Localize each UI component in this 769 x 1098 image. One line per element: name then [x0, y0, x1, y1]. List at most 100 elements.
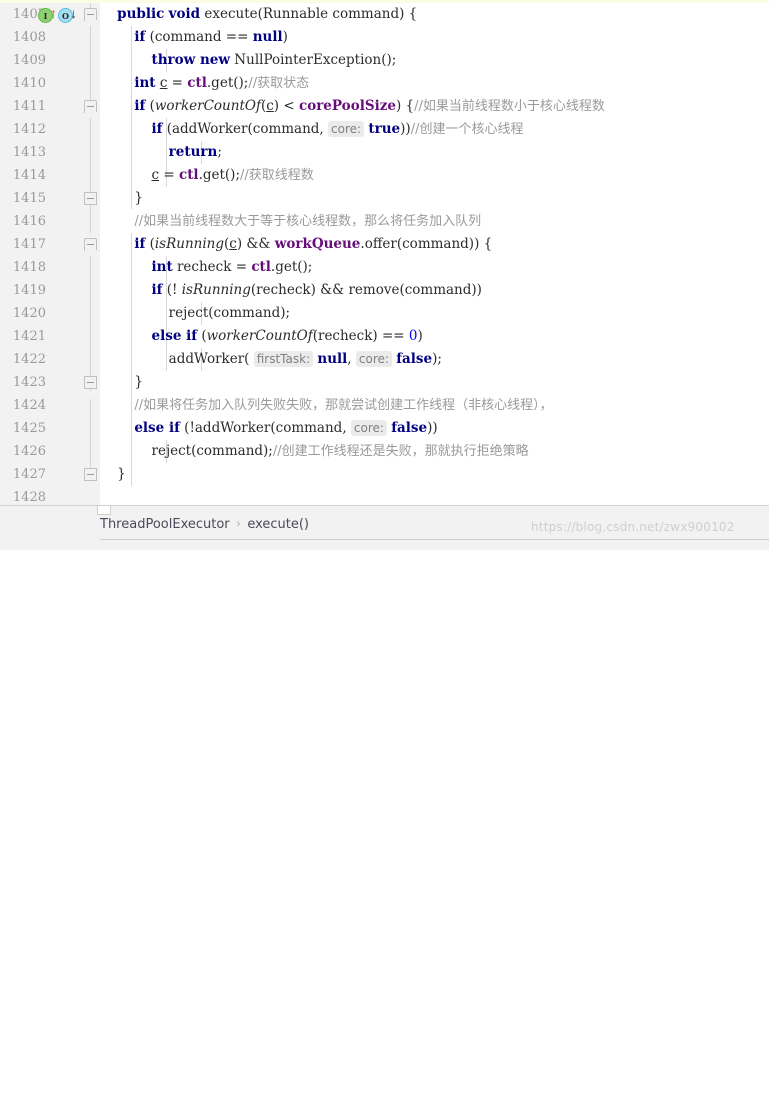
- code-line-1418[interactable]: int recheck = ctl.get();: [100, 256, 313, 279]
- code-line-1422[interactable]: addWorker( firstTask: null, core: false)…: [100, 348, 442, 371]
- code-line-1416[interactable]: //如果当前线程数大于等于核心线程数，那么将任务加入队列: [100, 210, 481, 233]
- token-keyword: if: [134, 98, 146, 114]
- implementing-method-icon[interactable]: I ↑: [38, 6, 57, 23]
- code-line-1424[interactable]: //如果将任务加入队列失败失败，那就尝试创建工作线程（非核心线程），: [100, 394, 552, 417]
- token-plain: ,: [347, 351, 356, 367]
- token-plain: ) <: [273, 98, 299, 114]
- token-plain: (recheck) && remove(command)): [250, 282, 482, 298]
- token-comment: //获取状态: [248, 76, 310, 91]
- line-number: 1413: [12, 145, 46, 160]
- code-line-1411[interactable]: if (workerCountOf(c) < corePoolSize) {//…: [100, 95, 605, 118]
- fold-bar: [90, 243, 91, 391]
- token-keyword: int: [151, 259, 173, 275]
- line-number: 1409: [12, 53, 46, 68]
- token-keyword: else if: [151, 328, 198, 344]
- line-number: 1419: [12, 283, 46, 298]
- parameter-hint-firstTask: firstTask:: [253, 351, 314, 367]
- overriding-method-icon[interactable]: O ↓: [58, 6, 77, 23]
- code-line-1408[interactable]: if (command == null): [100, 26, 288, 49]
- token-plain: ): [282, 29, 288, 45]
- parameter-hint-core: core:: [350, 420, 387, 436]
- line-number: 1420: [12, 306, 46, 321]
- fold-bar: [90, 203, 91, 233]
- ide-window: 1407 1408 1409 1410 1411 1412 1413 1414 …: [0, 0, 769, 550]
- code-line-1427[interactable]: }: [100, 463, 126, 486]
- token-plain: .get();: [198, 167, 240, 183]
- line-number: 1416: [12, 214, 46, 229]
- fold-marker-1423[interactable]: [84, 376, 97, 389]
- token-plain: }: [100, 466, 126, 482]
- token-static-method: workerCountOf: [154, 98, 261, 114]
- fold-marker-1415[interactable]: [84, 192, 97, 205]
- token-comment: //获取线程数: [240, 168, 314, 183]
- token-plain: ): [417, 328, 423, 344]
- code-line-1410[interactable]: int c = ctl.get();//获取状态: [100, 72, 309, 95]
- line-number: 1418: [12, 260, 46, 275]
- code-line-1412[interactable]: if (addWorker(command, core: true))//创建一…: [100, 118, 523, 141]
- fold-marker-1411[interactable]: [84, 100, 97, 113]
- code-line-1425[interactable]: else if (!addWorker(command, core: false…: [100, 417, 438, 440]
- code-line-1415[interactable]: }: [100, 187, 143, 210]
- token-plain: )): [427, 420, 438, 436]
- line-number: 1411: [12, 99, 46, 114]
- token-keyword: if: [134, 236, 146, 252]
- line-number: 1412: [12, 122, 46, 137]
- line-number: 1408: [12, 30, 46, 45]
- token-plain: (: [197, 328, 207, 344]
- line-number: 1426: [12, 444, 46, 459]
- breadcrumb-item-method[interactable]: execute(): [247, 517, 309, 532]
- code-line-1423[interactable]: }: [100, 371, 143, 394]
- token-plain: (!: [162, 282, 182, 298]
- token-static-method: isRunning: [181, 282, 251, 298]
- code-line-1409[interactable]: throw new NullPointerException();: [100, 49, 397, 72]
- token-keyword: false: [391, 420, 428, 436]
- token-keyword: throw new: [151, 52, 231, 68]
- code-line-1420[interactable]: reject(command);: [100, 302, 290, 325]
- code-line-1413[interactable]: return;: [100, 141, 222, 164]
- token-keyword: int: [134, 75, 156, 91]
- token-plain: (command ==: [145, 29, 253, 45]
- token-plain: ) &&: [236, 236, 275, 252]
- token-plain: )): [400, 121, 411, 137]
- code-line-1417[interactable]: if (isRunning(c) && workQueue.offer(comm…: [100, 233, 492, 256]
- code-line-1419[interactable]: if (! isRunning(recheck) && remove(comma…: [100, 279, 482, 302]
- token-comment: //如果当前线程数小于核心线程数: [414, 99, 605, 114]
- token-keyword: if: [134, 29, 146, 45]
- fold-marker-1407[interactable]: [84, 8, 97, 21]
- code-editor[interactable]: 1407 1408 1409 1410 1411 1412 1413 1414 …: [0, 3, 769, 505]
- fold-bar: [90, 399, 91, 469]
- token-keyword: else if: [134, 420, 180, 436]
- token-plain: =: [167, 75, 188, 91]
- code-line-1421[interactable]: else if (workerCountOf(recheck) == 0): [100, 325, 423, 348]
- line-number: 1421: [12, 329, 46, 344]
- fold-marker-1417[interactable]: [84, 238, 97, 251]
- token-plain: recheck =: [172, 259, 252, 275]
- token-plain: reject(command);: [100, 305, 291, 321]
- token-plain: .get();: [270, 259, 313, 275]
- parameter-hint-core: core:: [355, 351, 392, 367]
- fold-marker-1427[interactable]: [84, 468, 97, 481]
- token-comment: //如果当前线程数大于等于核心线程数，那么将任务加入队列: [134, 214, 482, 229]
- token-plain: (: [145, 98, 155, 114]
- token-keyword: public: [117, 6, 165, 22]
- breadcrumb-separator-icon: ›: [236, 518, 241, 530]
- token-static-method: isRunning: [154, 236, 224, 252]
- token-local-var: c: [151, 167, 160, 183]
- breadcrumb[interactable]: ThreadPoolExecutor › execute(): [100, 514, 309, 534]
- token-plain: (: [145, 236, 155, 252]
- token-keyword: null: [317, 351, 348, 367]
- token-plain: }: [100, 374, 143, 390]
- token-keyword: return: [168, 144, 218, 160]
- line-number: 1424: [12, 398, 46, 413]
- code-line-1407[interactable]: public void execute(Runnable command) {: [100, 3, 417, 26]
- code-line-1414[interactable]: c = ctl.get();//获取线程数: [100, 164, 314, 187]
- code-text-area[interactable]: public void execute(Runnable command) { …: [100, 3, 769, 505]
- token-plain: NullPointerException();: [230, 52, 397, 68]
- parameter-hint-core: core:: [328, 121, 365, 137]
- token-static-field: ctl: [251, 259, 271, 275]
- line-number: 1427: [12, 467, 46, 482]
- breadcrumb-item-class[interactable]: ThreadPoolExecutor: [100, 517, 230, 532]
- token-plain: (addWorker(command,: [162, 121, 329, 137]
- code-line-1426[interactable]: reject(command);//创建工作线程还是失败，那就执行拒绝策略: [100, 440, 528, 463]
